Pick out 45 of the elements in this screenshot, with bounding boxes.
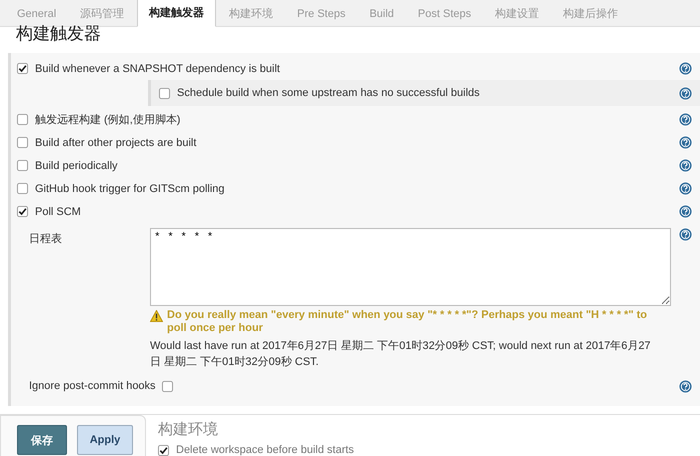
help-icon[interactable] <box>679 86 692 100</box>
tab[interactable]: Pre Steps <box>286 2 356 26</box>
checkbox[interactable] <box>162 380 173 392</box>
checkbox-label: Schedule build when some upstream has no successful builds <box>177 87 481 99</box>
tab[interactable]: 构建后操作 <box>552 2 630 26</box>
tab[interactable]: 构建设置 <box>484 2 550 26</box>
checkbox-label: 触发远程构建 (例如,使用脚本) <box>35 113 182 127</box>
warning-text: Do you really mean "every minute" when you say "* * * * *"? Perhaps you meant "H * * * *" to poll once per hour <box>167 309 648 335</box>
help-icon[interactable] <box>679 182 692 195</box>
tab[interactable]: 构建触发器 <box>137 0 216 27</box>
checkbox-label: Build periodically <box>35 160 119 172</box>
help-icon[interactable] <box>679 159 692 172</box>
checkbox[interactable] <box>17 114 28 125</box>
section-heading: 构建环境 <box>158 419 219 439</box>
schedule-field[interactable]: * * * * * <box>150 228 671 306</box>
help-icon[interactable] <box>679 228 692 241</box>
checkbox[interactable] <box>17 183 28 194</box>
help-icon[interactable] <box>679 205 692 218</box>
help-icon[interactable] <box>679 380 692 392</box>
section-heading: 构建触发器 <box>15 27 102 46</box>
checkbox-label: GitHub hook trigger for GITScm polling <box>35 182 226 194</box>
help-icon[interactable] <box>679 136 692 149</box>
checkbox[interactable] <box>159 88 170 98</box>
checkbox[interactable] <box>17 137 28 148</box>
checkbox[interactable] <box>158 444 169 456</box>
checkbox[interactable] <box>17 206 28 217</box>
tab[interactable]: Post Steps <box>406 2 482 26</box>
save-button[interactable]: 保存 <box>17 425 67 455</box>
help-icon[interactable] <box>679 113 692 126</box>
warning-icon <box>150 310 163 322</box>
checkbox-label: Delete workspace before build starts <box>176 444 354 456</box>
checkbox[interactable] <box>17 160 28 171</box>
field-label: 日程表 <box>29 232 63 247</box>
checkbox-label: Poll SCM <box>35 206 82 218</box>
apply-button[interactable]: Apply <box>77 425 133 455</box>
checkbox[interactable] <box>17 63 28 74</box>
checkbox-label: Build after other projects are built <box>35 136 198 148</box>
tab[interactable]: General <box>6 2 68 26</box>
help-icon[interactable] <box>679 62 692 75</box>
checkbox-label: Ignore post-commit hooks <box>29 380 156 392</box>
checkbox-label: Build whenever a SNAPSHOT dependency is built <box>35 62 281 74</box>
tab[interactable]: 源码管理 <box>69 2 136 26</box>
tab[interactable]: 构建环境 <box>218 2 284 26</box>
tab[interactable]: Build <box>358 2 405 26</box>
schedule-info: Would last have run at 2017年6月27日 星期二 下午01时32分09秒 CST; would next run at 2017年6月27日 星期二 下午01时32分09秒 CST. <box>150 339 652 370</box>
